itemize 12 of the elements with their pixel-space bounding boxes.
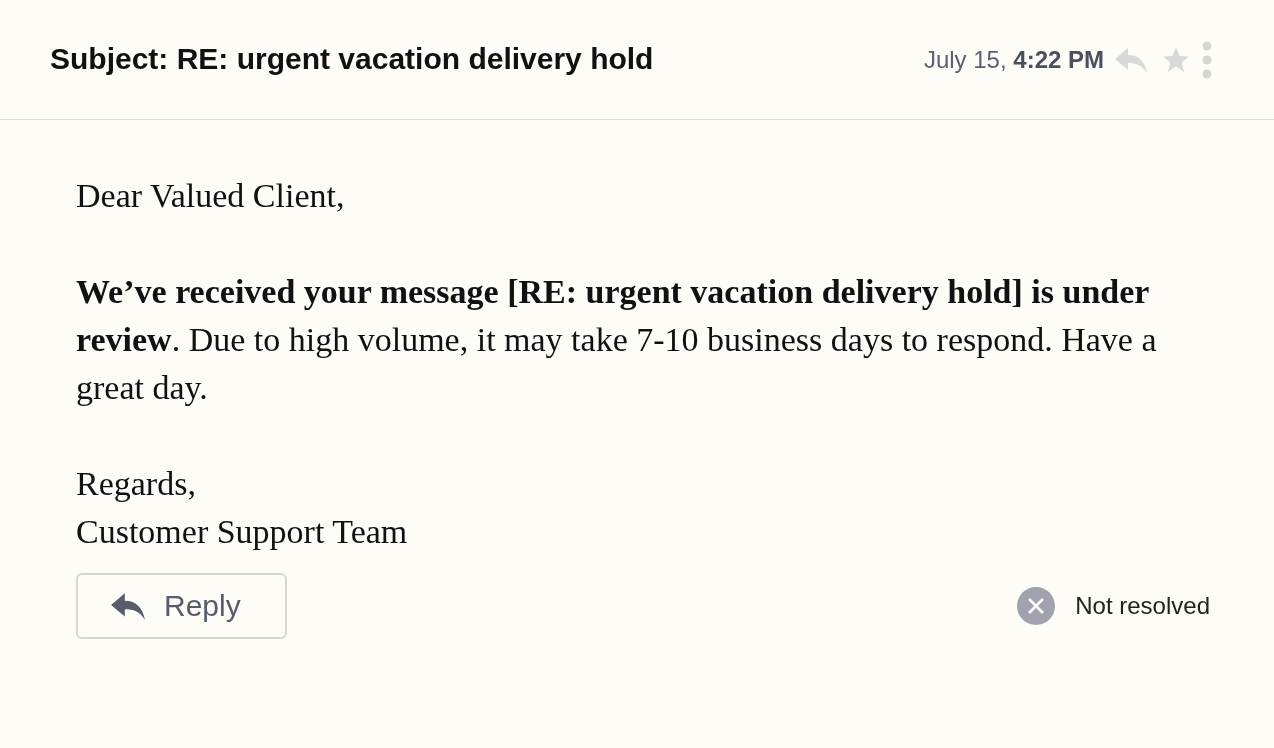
more-icon[interactable] [1202, 40, 1212, 79]
closing-text: Regards, [76, 464, 197, 504]
reply-icon [110, 591, 146, 621]
reply-icon[interactable] [1114, 45, 1148, 74]
email-subject: Subject: RE: urgent vacation delivery hold [50, 42, 655, 76]
reply-button[interactable]: Reply [76, 573, 287, 639]
message-paragraph: We’ve received your message [RE: urgent vacation delivery hold] is under review. Due to high volume, it may take 7-10 business days to respond. Have a great day. [76, 272, 1158, 408]
star-icon[interactable] [1162, 46, 1190, 73]
signature-text: Customer Support Team [76, 512, 409, 552]
email-date: July 15, 4:22 PM [923, 45, 1104, 74]
status-label: Not resolved [1075, 592, 1210, 620]
greeting-text: Dear Valued Client, [76, 176, 346, 216]
